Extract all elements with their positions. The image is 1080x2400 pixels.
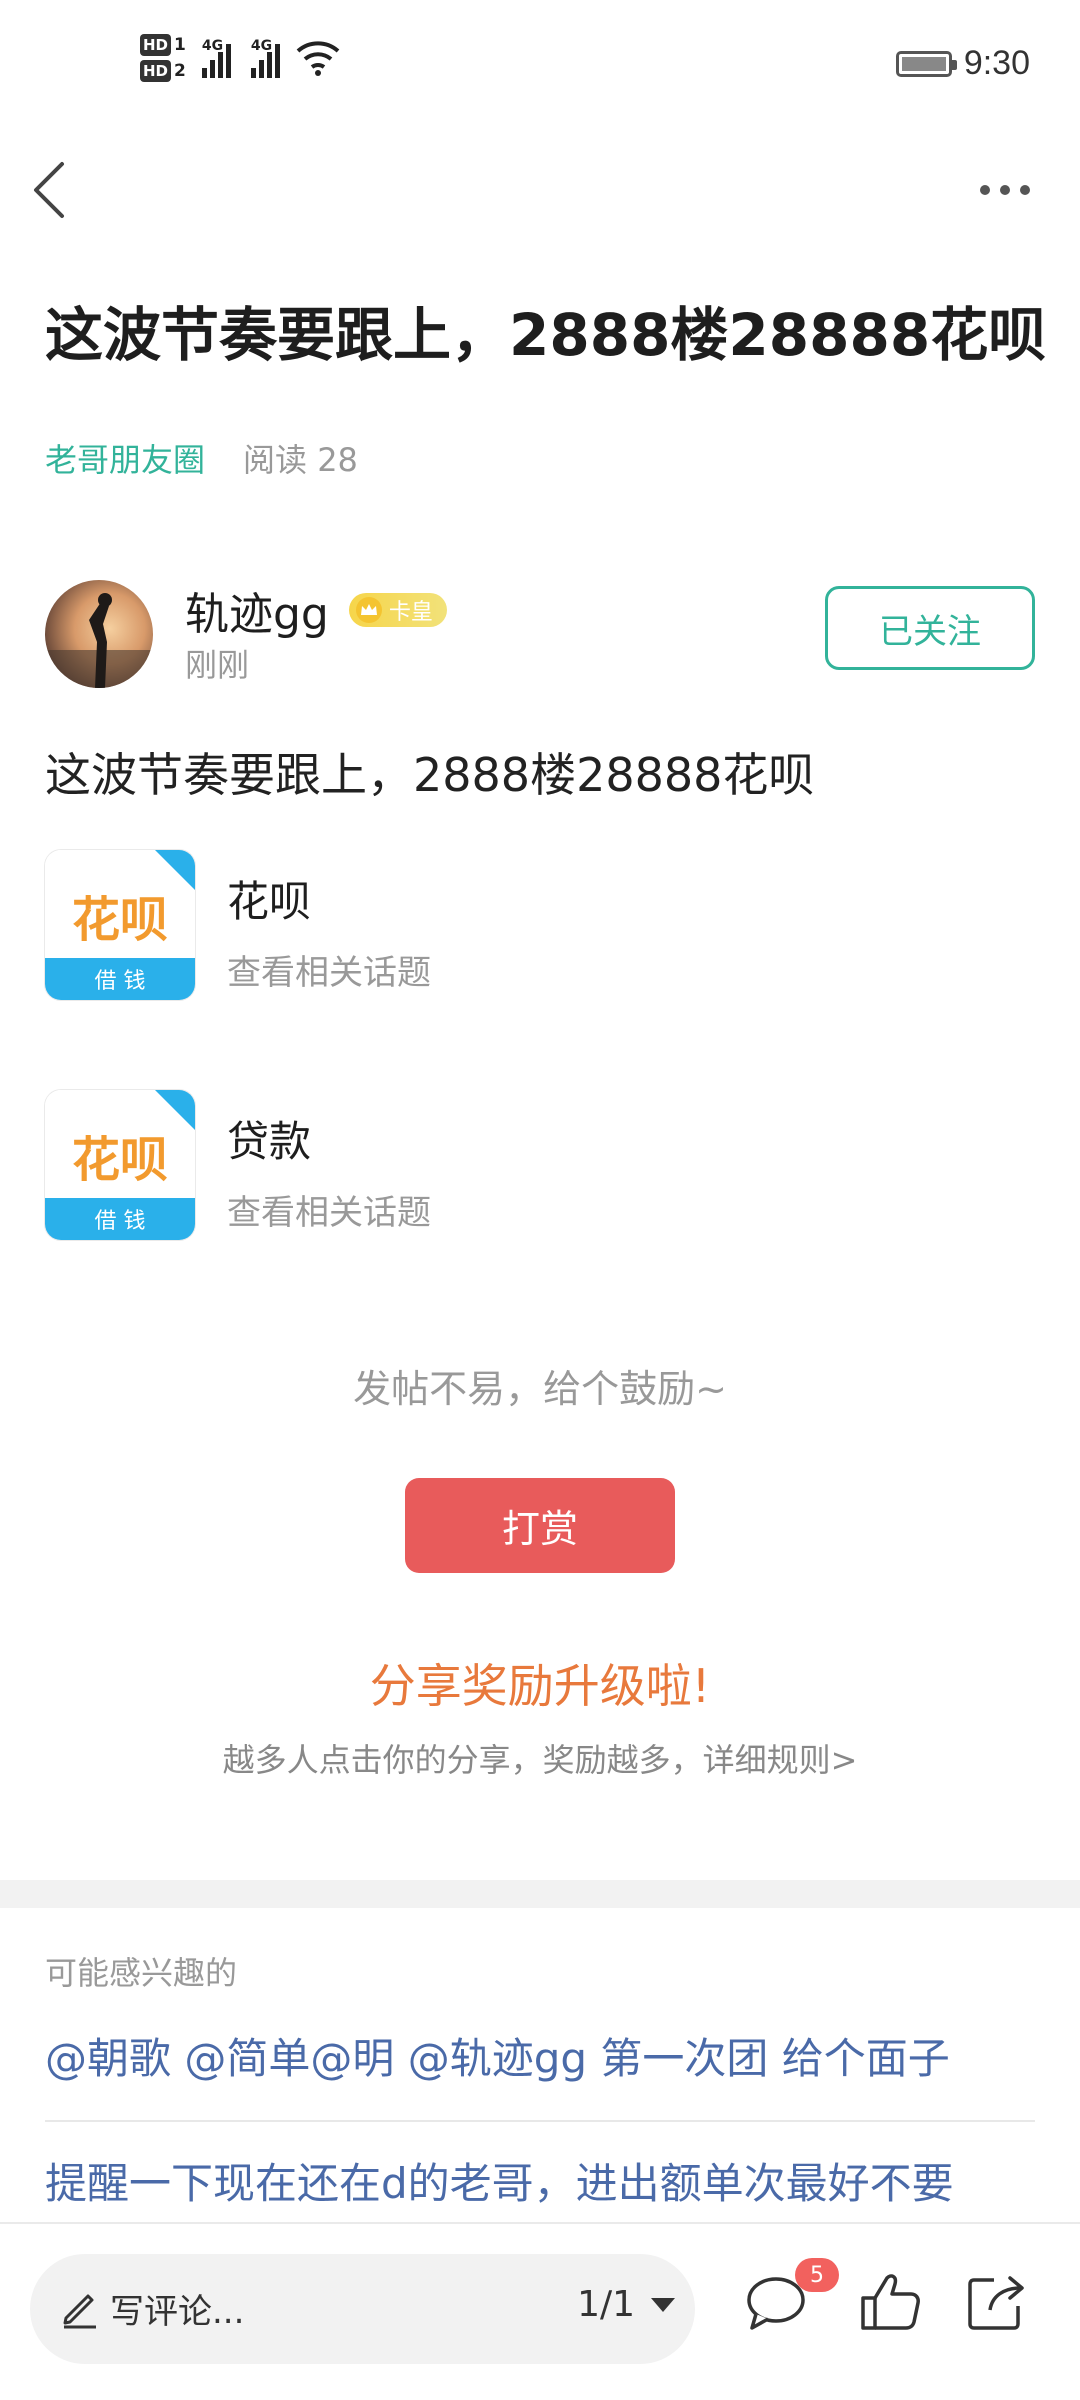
svg-text:花呗: 花呗 [72,892,168,948]
avatar[interactable] [45,580,153,688]
back-button[interactable] [22,150,92,230]
wifi-icon [296,41,340,76]
share-title: 分享奖励升级啦! [369,1659,711,1713]
battery-icon [895,50,957,77]
more-button[interactable] [970,170,1040,210]
page-indicator[interactable]: 1/1 [577,2284,675,2325]
comment-placeholder: 写评论... [110,2292,245,2332]
status-bar: HD 1 HD 2 4G 4G 9:30 [0,0,1080,130]
post-body: 这波节奏要跟上，2888楼28888花呗 [45,748,815,802]
reward-button[interactable]: 打赏 [405,1478,675,1573]
pen-icon [63,2294,96,2329]
topic-subtitle: 查看相关话题 [227,1193,431,1233]
avatar-image [45,593,153,688]
signal-icon-1: 4G [201,38,231,78]
caret-down-icon [651,2297,675,2312]
chevron-left-icon [34,162,64,218]
thumbs-up-icon [861,2274,920,2330]
hd-indicator-1: HD 1 [140,34,186,56]
post-time: 刚刚 [185,646,250,684]
recommend-item[interactable]: @朝歌 @简单@明 @轨迹gg 第一次团 给个面子 [45,2025,1035,2086]
svg-text:借 钱: 借 钱 [95,1209,146,1234]
clock: 9:30 [963,44,1030,82]
topic-card-huabei[interactable]: 花呗 借 钱 花呗 查看相关话题 [45,850,1035,1000]
recommend-item[interactable]: 提醒一下现在还在d的老哥，进出额单次最好不要 [45,2150,1035,2211]
author-name[interactable]: 轨迹gg 卡皇 [185,578,447,642]
topic-card-loan[interactable]: 花呗 借 钱 贷款 查看相关话题 [45,1090,1035,1240]
post-title: 这波节奏要跟上，2888楼28888花呗 [45,301,1047,369]
crown-icon [355,597,382,623]
topic-name: 花呗 [227,877,312,926]
topic-name: 贷款 [227,1117,312,1166]
comment-count-badge: 5 [795,2258,839,2292]
encourage-text: 发帖不易，给个鼓励~ [353,1367,727,1411]
huabei-app-icon: 花呗 借 钱 [45,1090,195,1240]
section-divider [0,1880,1080,1908]
share-button[interactable] [960,2266,1032,2338]
divider [45,2120,1035,2122]
svg-text:借 钱: 借 钱 [95,969,146,994]
nav-bar [0,140,1080,240]
post-meta: 老哥朋友圈 阅读 28 [45,435,358,481]
share-rules-link[interactable]: 越多人点击你的分享，奖励越多，详细规则> [0,1735,1080,1781]
follow-button[interactable]: 已关注 [825,586,1035,670]
like-button[interactable] [855,2266,927,2338]
more-horizontal-icon [980,185,1030,195]
topic-subtitle: 查看相关话题 [227,953,431,993]
recommend-header: 可能感兴趣的 [45,1954,238,1992]
signal-icon-2: 4G [250,38,280,78]
share-icon [968,2276,1024,2330]
circle-link[interactable]: 老哥朋友圈 [45,435,205,481]
huabei-app-icon: 花呗 借 钱 [45,850,195,1000]
read-count: 阅读 28 [243,441,358,479]
status-indicators: HD 1 HD 2 4G 4G [140,34,340,82]
hd-indicator-2: HD 2 [140,60,186,82]
author-row: 轨迹gg 卡皇 刚刚 已关注 [45,578,1035,688]
bottom-bar: 写评论... 1/1 5 [0,2222,1080,2400]
svg-text:花呗: 花呗 [72,1132,168,1188]
vip-badge: 卡皇 [348,593,447,627]
comment-input[interactable]: 写评论... 1/1 [30,2254,695,2364]
